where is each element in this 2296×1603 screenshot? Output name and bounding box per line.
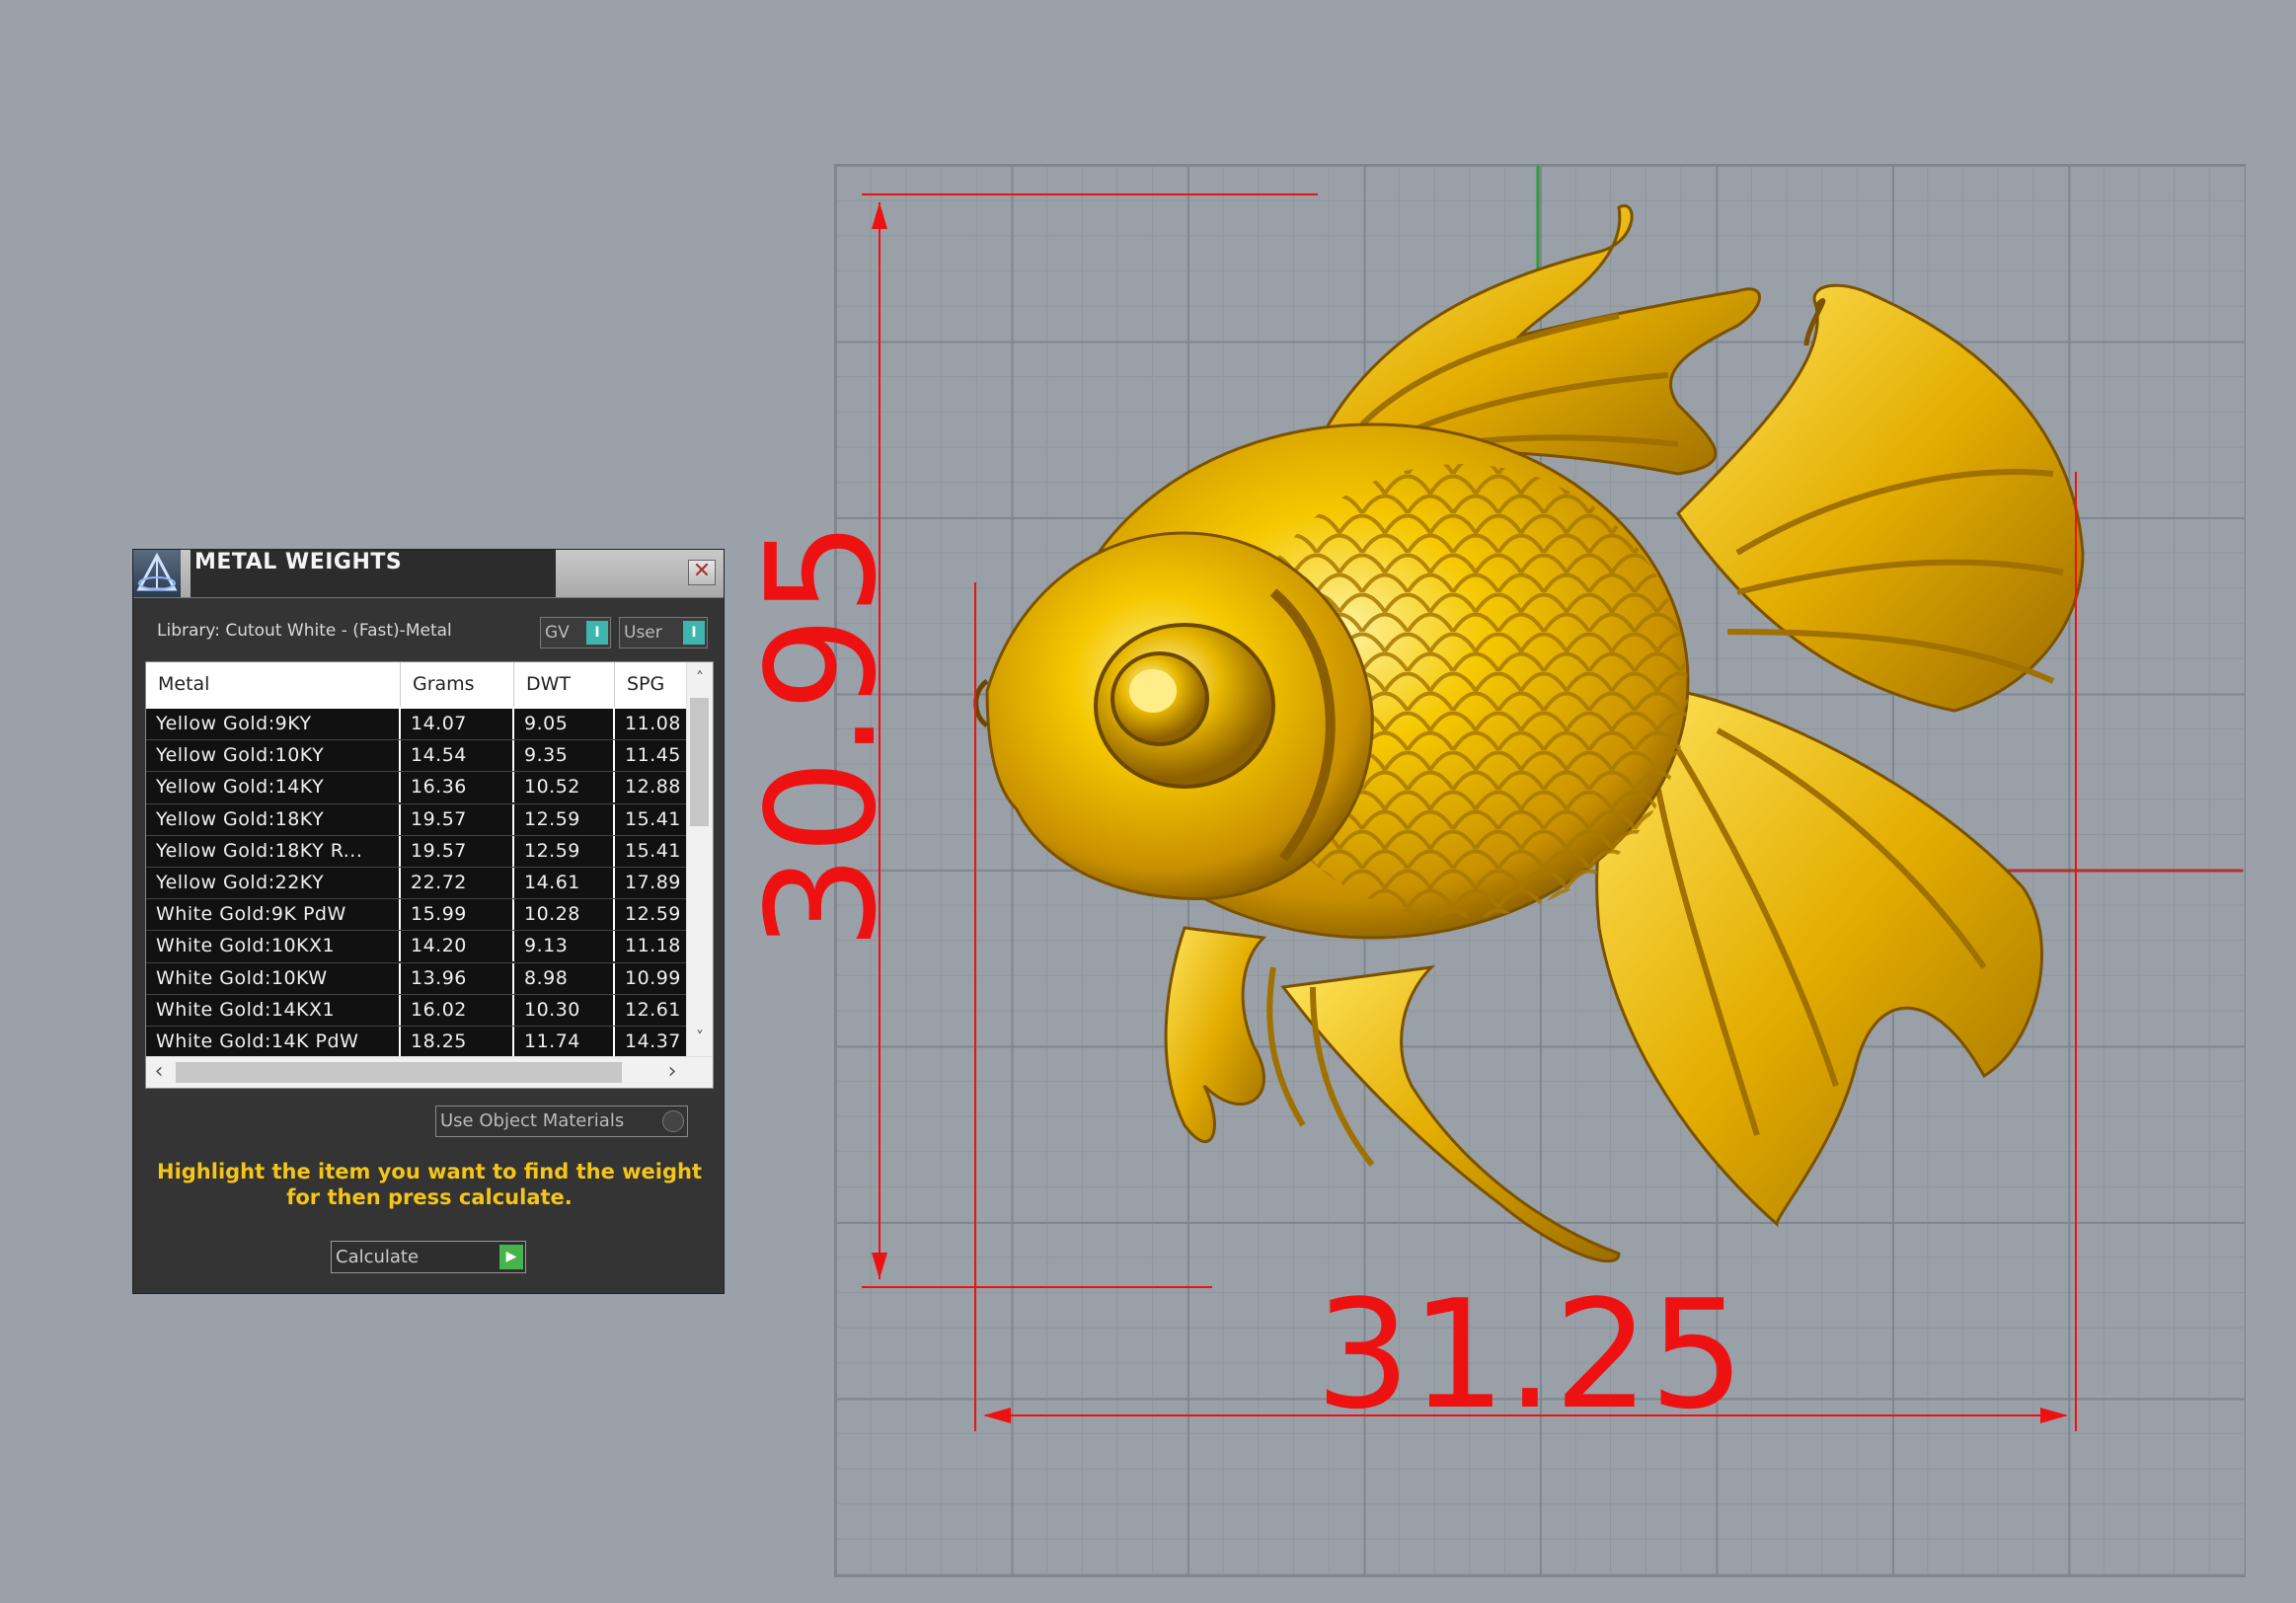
cell-dwt: 11.74	[514, 1026, 615, 1057]
radio-knob-icon	[662, 1110, 684, 1132]
cell-spg: 12.61	[625, 998, 681, 1021]
instruction-line-1: Highlight the item you want to find the …	[157, 1160, 702, 1183]
panel-titlebar[interactable]: METAL WEIGHTS ✕	[133, 550, 724, 598]
user-toggle[interactable]: User I	[619, 617, 708, 649]
vertical-scroll-thumb[interactable]	[690, 698, 709, 826]
cell-metal: Yellow Gold:18KY	[146, 803, 401, 835]
cell-metal: Yellow Gold:9KY	[146, 709, 401, 739]
calculate-button-label: Calculate	[336, 1247, 420, 1267]
cell-dwt: 14.61	[514, 867, 615, 898]
table-header: Metal Grams DWT SPG	[146, 662, 687, 707]
metal-weights-panel: METAL WEIGHTS ✕ Library: Cutout White - …	[132, 549, 725, 1294]
cell-dwt: 9.35	[514, 740, 615, 772]
cell-spg: 14.37	[625, 1030, 681, 1052]
cell-spg: 10.99	[625, 966, 681, 989]
table-row[interactable]: Yellow Gold:22KY 22.72 14.61 17.89	[146, 867, 687, 900]
scroll-right-icon[interactable]: ›	[659, 1059, 685, 1084]
table-row[interactable]: Yellow Gold:14KY 16.36 10.52 12.88	[146, 772, 687, 804]
goldfish-model[interactable]	[973, 204, 2085, 1263]
use-object-materials-toggle[interactable]: Use Object Materials	[435, 1106, 688, 1137]
calculate-button[interactable]: Calculate ▶	[331, 1241, 526, 1273]
cell-grams: 22.72	[401, 867, 514, 898]
library-label: Library: Cutout White - (Fast)-Metal	[157, 621, 452, 641]
table-row[interactable]: Yellow Gold:18KY 19.57 12.59 15.41	[146, 803, 687, 836]
cell-grams: 19.57	[401, 803, 514, 835]
column-header-metal[interactable]: Metal	[146, 662, 401, 707]
close-icon: ✕	[692, 559, 712, 583]
cell-grams: 16.02	[401, 994, 514, 1026]
cell-metal: White Gold:10KW	[146, 962, 401, 994]
table-row[interactable]: White Gold:10KX1 14.20 9.13 11.18	[146, 931, 687, 963]
height-dimension-label: 30.95	[734, 520, 909, 950]
cell-grams: 16.36	[401, 772, 514, 803]
cell-metal: Yellow Gold:10KY	[146, 740, 401, 772]
cell-dwt: 10.30	[514, 994, 615, 1026]
use-object-materials-label: Use Object Materials	[440, 1110, 625, 1131]
cell-dwt: 12.59	[514, 803, 615, 835]
app-logo-icon	[133, 550, 181, 597]
cell-dwt: 12.59	[514, 835, 615, 867]
cell-metal: White Gold:14K PdW	[146, 1026, 401, 1057]
cell-metal: White Gold:10KX1	[146, 931, 401, 962]
column-header-dwt[interactable]: DWT	[514, 662, 615, 707]
cell-metal: Yellow Gold:22KY	[146, 867, 401, 898]
cell-grams: 14.07	[401, 709, 514, 739]
cell-dwt: 9.13	[514, 931, 615, 962]
cell-grams: 14.54	[401, 740, 514, 772]
gv-toggle-label: GV	[545, 623, 570, 643]
scroll-up-icon[interactable]: ˄	[687, 668, 713, 687]
column-header-grams[interactable]: Grams	[401, 662, 514, 707]
cell-spg: 15.41	[625, 839, 681, 862]
cell-spg: 17.89	[625, 871, 681, 893]
table-row[interactable]: White Gold:14KX1 16.02 10.30 12.61	[146, 994, 687, 1027]
toggle-knob-icon: I	[586, 621, 608, 645]
horizontal-scroll-thumb[interactable]	[176, 1062, 622, 1083]
close-button[interactable]: ✕	[688, 560, 716, 585]
table-row[interactable]: White Gold:14K PdW 18.25 11.74 14.37	[146, 1026, 687, 1059]
cell-grams: 14.20	[401, 931, 514, 962]
vertical-scrollbar[interactable]: ˄ ˅	[686, 662, 713, 1057]
cell-spg: 11.45	[625, 744, 681, 767]
gv-toggle[interactable]: GV I	[540, 617, 611, 649]
instruction-text: Highlight the item you want to find the …	[153, 1159, 706, 1210]
cell-spg: 15.41	[625, 807, 681, 830]
cell-grams: 13.96	[401, 962, 514, 994]
cell-spg: 12.59	[625, 903, 681, 926]
horizontal-scrollbar[interactable]: ‹ ›	[146, 1056, 713, 1088]
user-toggle-label: User	[624, 623, 662, 643]
table-row[interactable]: Yellow Gold:18KY R... 19.57 12.59 15.41	[146, 835, 687, 868]
metal-weights-table[interactable]: Metal Grams DWT SPG Yellow Gold:9KY 14.0…	[145, 661, 714, 1089]
scroll-left-icon[interactable]: ‹	[146, 1059, 172, 1084]
column-header-spg[interactable]: SPG	[615, 662, 687, 707]
cell-grams: 19.57	[401, 835, 514, 867]
table-row[interactable]: Yellow Gold:10KY 14.54 9.35 11.45	[146, 740, 687, 773]
table-row[interactable]: White Gold:10KW 13.96 8.98 10.99	[146, 962, 687, 995]
table-row[interactable]: White Gold:9K PdW 15.99 10.28 12.59	[146, 899, 687, 932]
cell-grams: 18.25	[401, 1026, 514, 1057]
cell-metal: White Gold:9K PdW	[146, 899, 401, 931]
panel-title: METAL WEIGHTS	[191, 550, 556, 597]
table-row[interactable]: Yellow Gold:9KY 14.07 9.05 11.08	[146, 709, 687, 741]
cell-spg: 11.18	[625, 935, 681, 957]
play-arrow-icon: ▶	[499, 1245, 523, 1269]
cell-metal: Yellow Gold:18KY R...	[146, 835, 401, 867]
cell-spg: 12.88	[625, 776, 681, 799]
cell-dwt: 9.05	[514, 709, 615, 739]
cell-grams: 15.99	[401, 899, 514, 931]
width-dimension-label: 31.25	[1315, 1267, 1744, 1442]
cell-dwt: 10.28	[514, 899, 615, 931]
cell-dwt: 8.98	[514, 962, 615, 994]
table-body: Yellow Gold:9KY 14.07 9.05 11.08 Yellow …	[146, 709, 687, 1059]
cell-metal: White Gold:14KX1	[146, 994, 401, 1026]
cell-metal: Yellow Gold:14KY	[146, 772, 401, 803]
instruction-line-2: for then press calculate.	[286, 1185, 573, 1209]
scroll-down-icon[interactable]: ˅	[687, 1028, 713, 1046]
cell-spg: 11.08	[625, 713, 681, 734]
toggle-knob-icon: I	[683, 621, 705, 645]
cell-dwt: 10.52	[514, 772, 615, 803]
